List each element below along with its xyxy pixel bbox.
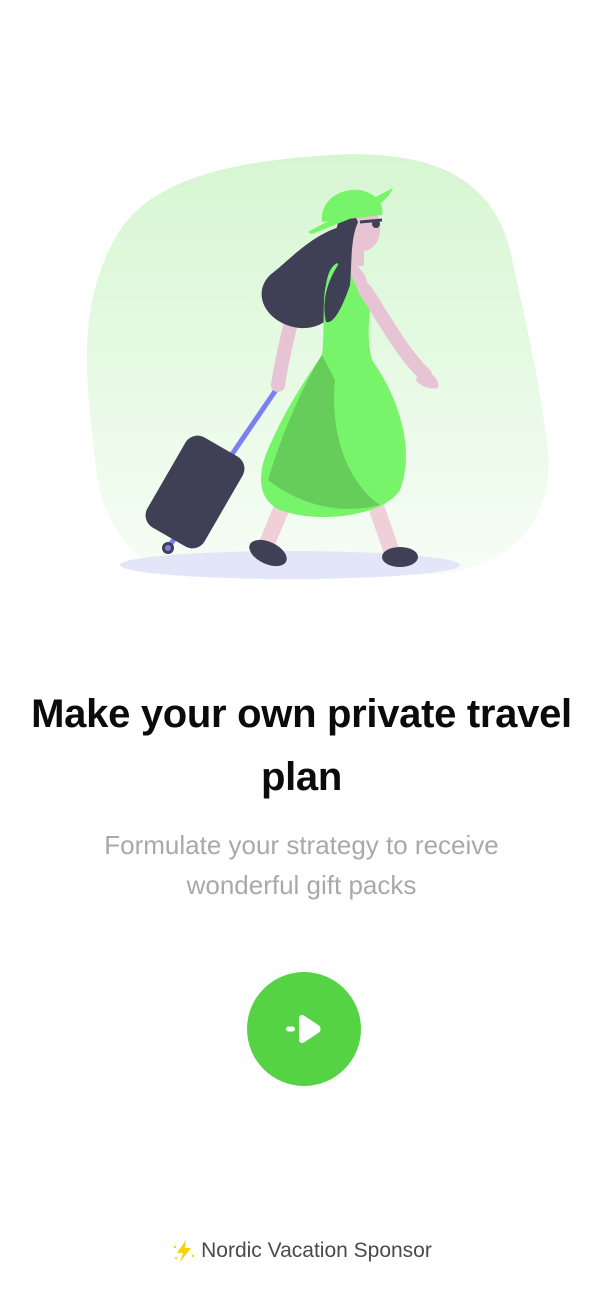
sponsor-label: Nordic Vacation Sponsor [201,1239,432,1262]
page-subtitle: Formulate your strategy to receive wonde… [104,830,499,900]
lightning-icon [173,1240,195,1262]
arrow-right-icon [286,1014,321,1044]
next-button[interactable] [247,972,361,1086]
sponsor-footer: Nordic Vacation Sponsor [0,1238,603,1264]
page-title: Make your own private travel plan [31,692,572,799]
hero-illustration [0,140,603,600]
